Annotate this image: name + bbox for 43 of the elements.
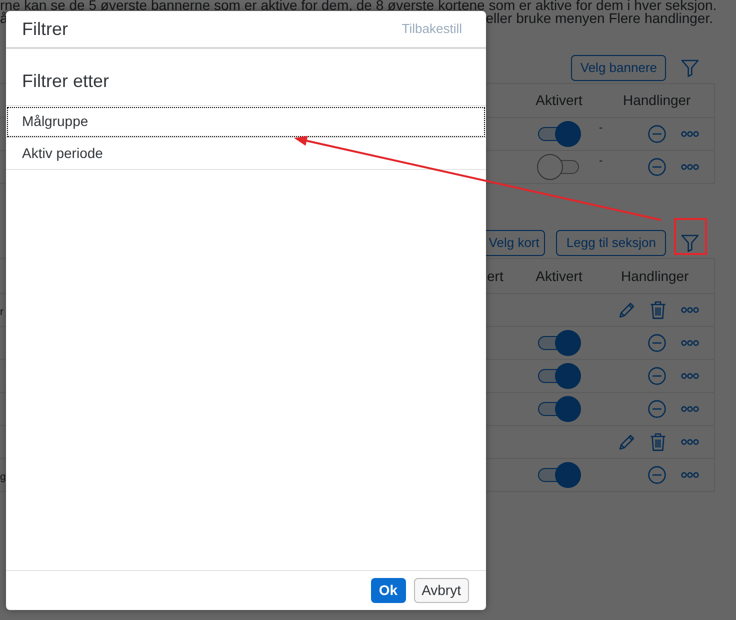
more-icon[interactable] bbox=[681, 307, 699, 313]
more-icon[interactable] bbox=[681, 472, 699, 478]
filter-icon[interactable] bbox=[681, 234, 699, 252]
more-icon[interactable] bbox=[681, 439, 699, 445]
toggle-switch[interactable] bbox=[537, 121, 581, 147]
minus-circle-icon[interactable] bbox=[648, 400, 666, 418]
cancel-button[interactable]: Avbryt bbox=[414, 578, 469, 603]
dialog-title: Filtrer bbox=[22, 18, 68, 40]
more-icon[interactable] bbox=[681, 131, 699, 137]
list-item[interactable]: Målgruppe bbox=[6, 106, 486, 138]
minus-circle-icon[interactable] bbox=[648, 466, 666, 484]
column-header: Aktivert bbox=[536, 266, 582, 286]
toggle-switch[interactable] bbox=[537, 330, 581, 356]
toggle-switch[interactable] bbox=[537, 396, 581, 422]
toggle-switch[interactable] bbox=[537, 154, 581, 180]
empty-value-text: - bbox=[599, 122, 603, 134]
trash-icon[interactable] bbox=[650, 433, 666, 451]
cut-off-text: r bbox=[0, 306, 4, 318]
more-icon[interactable] bbox=[681, 164, 699, 170]
minus-circle-icon[interactable] bbox=[648, 158, 666, 176]
highlight-box bbox=[674, 218, 707, 255]
pencil-icon[interactable] bbox=[619, 302, 635, 318]
ok-button[interactable]: Ok bbox=[370, 578, 406, 603]
column-header: Aktivert bbox=[536, 91, 582, 110]
empty-value-text: - bbox=[599, 155, 603, 167]
minus-circle-icon[interactable] bbox=[648, 125, 666, 143]
toggle-switch[interactable] bbox=[537, 363, 581, 389]
intro-text: eller bruke menyen Flere handlinger. bbox=[486, 11, 713, 26]
minus-circle-icon[interactable] bbox=[648, 334, 666, 352]
intro-text: rne kan se de 5 øverste bannerne som er aktive for dem, de 8 øverste kortene som er aktive for dem i hver seksjon. bbox=[0, 0, 717, 11]
trash-icon[interactable] bbox=[650, 301, 666, 319]
section-heading: Filtrer etter bbox=[22, 70, 110, 93]
more-icon[interactable] bbox=[681, 373, 699, 379]
more-icon[interactable] bbox=[681, 340, 699, 346]
cut-off-text: g bbox=[0, 470, 6, 482]
pencil-icon[interactable] bbox=[619, 434, 635, 450]
column-header: Handlinger bbox=[623, 92, 691, 108]
minus-circle-icon[interactable] bbox=[648, 367, 666, 385]
column-header: ert bbox=[487, 268, 504, 284]
toggle-switch[interactable] bbox=[537, 462, 581, 488]
filter-icon[interactable] bbox=[681, 59, 699, 77]
more-icon[interactable] bbox=[681, 406, 699, 412]
column-header: Handlinger bbox=[621, 268, 689, 284]
